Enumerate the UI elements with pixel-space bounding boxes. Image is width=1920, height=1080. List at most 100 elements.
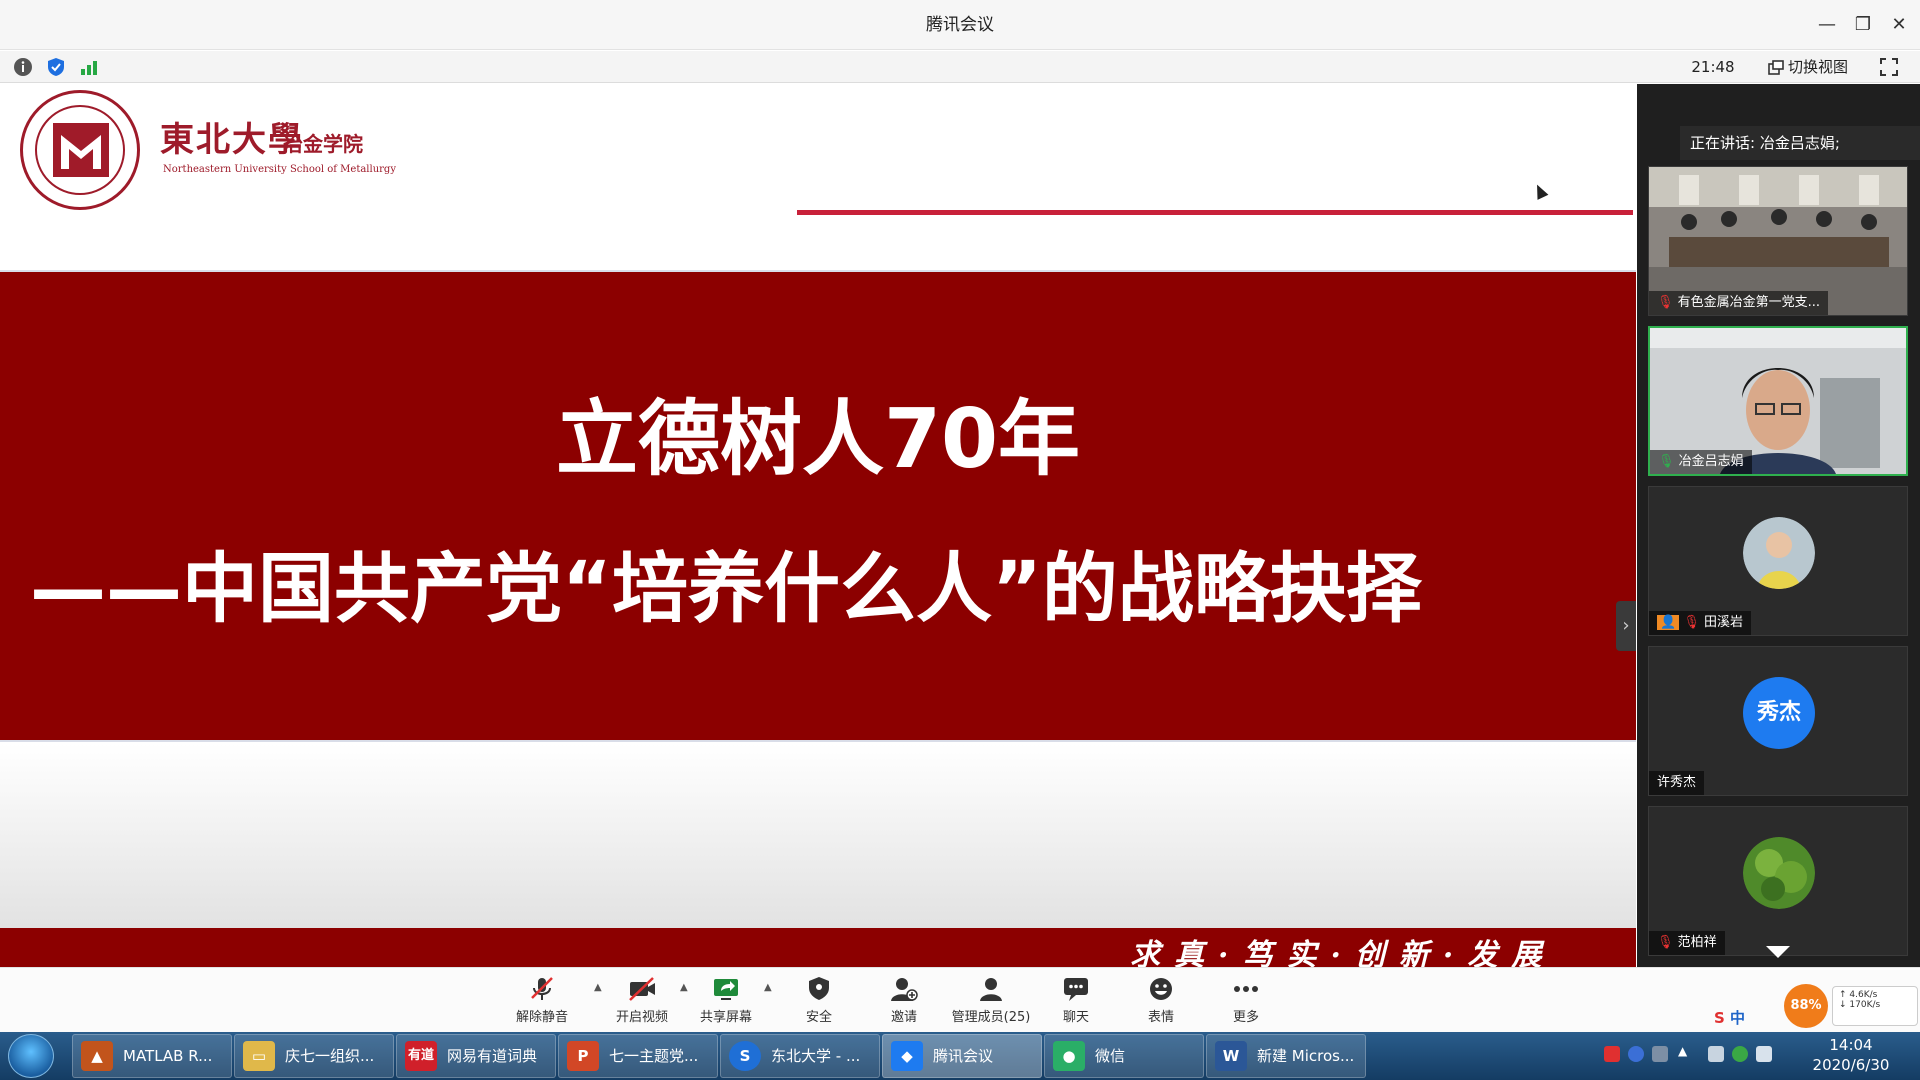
school-name-cn2: 冶金学院 [283,132,363,156]
participant-tile-active[interactable]: 🎙 冶金吕志娟 [1648,326,1908,476]
mic-muted-icon: 🎙 [1657,295,1674,310]
taskbar-item-folder[interactable]: ▭ 庆七一组织... [234,1034,394,1078]
security-shield-icon[interactable] [45,56,67,78]
taskbar-item-youdao[interactable]: 有道 网易有道词典 [396,1034,556,1078]
title-bar: 腾讯会议 — ❐ ✕ [0,0,1920,50]
participant-name: 许秀杰 [1649,771,1705,795]
sogou-icon: S [1714,1009,1725,1027]
mic-muted-icon [531,977,553,1000]
switch-view-button[interactable]: 切换视图 [1788,55,1848,79]
school-name-en: Northeastern University School of Metall… [163,164,396,175]
clock-date: 2020/6/30 [1812,1056,1890,1074]
show-hidden-icons-icon[interactable]: ▲ [1678,1044,1687,1058]
mic-muted-icon: 🎙 [1657,935,1674,950]
taskbar-item-browser[interactable]: S 东北大学 - ... [720,1034,880,1078]
security-button[interactable]: 安全 [779,972,859,1030]
avatar [1743,517,1815,589]
participant-name: 🎙 有色金属冶金第一党支... [1649,291,1829,315]
chat-icon [1064,978,1088,1001]
participant-panel: 正在讲话: 冶金吕志娟; 🎙 有色金属冶金第一党支... 🎙 冶金吕志娟 👤 🎙… [1637,84,1920,967]
video-off-icon [629,977,655,1001]
switch-view-icon[interactable] [1768,60,1784,76]
emoji-button[interactable]: 表情 [1121,972,1201,1030]
volume-tray-icon[interactable] [1756,1046,1772,1062]
taskbar-item-word[interactable]: W 新建 Micros... [1206,1034,1366,1078]
invite-button[interactable]: 邀请 [864,972,944,1030]
text-avatar: 秀杰 [1743,677,1815,749]
matlab-icon: ▲ [81,1041,113,1071]
sogou-ime-tray-icon[interactable] [1604,1046,1620,1062]
window-title: 腾讯会议 [926,15,994,35]
share-screen-icon [714,979,738,1000]
meeting-toolbar: 解除静音 ▲ 开启视频 ▲ 共享屏幕 ▲ 安全 邀请 管理成员(25) 聊天 表… [0,967,1920,1032]
university-logo [20,90,140,210]
header-divider [797,210,1633,215]
meeting-timer: 21:48 [1691,58,1735,76]
taskbar-item-wechat[interactable]: ● 微信 [1044,1034,1204,1078]
download-speed: ↓ 170K/s [1839,1000,1881,1010]
info-icon[interactable] [12,56,34,78]
close-icon[interactable]: ✕ [1884,10,1914,40]
participant-name: 🎙 范柏祥 [1649,931,1725,955]
add-user-icon [891,978,918,1001]
battery-badge: 88% [1784,984,1828,1028]
taskbar-clock[interactable]: 14:04 2020/6/30 [1806,1035,1896,1075]
members-icon [980,978,1002,1001]
start-video-button[interactable]: 开启视频 [602,972,682,1030]
minimize-icon[interactable]: — [1812,10,1842,40]
network-tray-icon[interactable] [1708,1046,1724,1062]
share-options-caret-icon[interactable]: ▲ [764,982,776,994]
host-badge-icon: 👤 [1657,615,1680,630]
sogou-browser-icon: S [729,1041,761,1071]
fullscreen-icon[interactable] [1878,56,1900,78]
settings-tray-icon[interactable] [1652,1046,1668,1062]
folder-icon: ▭ [243,1041,275,1071]
mouse-cursor-icon [1531,182,1549,200]
footer-band: 求真·笃实·创新·发展 [0,928,1636,967]
powerpoint-icon: P [567,1041,599,1071]
restore-icon[interactable]: ❐ [1848,10,1878,40]
chat-button[interactable]: 聊天 [1036,972,1116,1030]
youdao-icon: 有道 [405,1041,437,1071]
slide-motto: 求真·笃实·创新·发展 [1130,938,1556,967]
speaking-indicator: 正在讲话: 冶金吕志娟; [1680,126,1920,160]
participant-tile[interactable]: 👤 🎙 田溪岩 [1648,486,1908,636]
slide-title: 立德树人70年 [555,392,1081,487]
wechat-icon: ● [1053,1041,1085,1071]
word-icon: W [1215,1041,1247,1071]
help-tray-icon[interactable] [1628,1046,1644,1062]
slide-body [0,744,1636,928]
collapse-panel-button[interactable]: › [1616,601,1636,651]
windows-taskbar: ▲ MATLAB R... ▭ 庆七一组织... 有道 网易有道词典 P 七一主… [0,1032,1920,1080]
mic-active-icon: 🎙 [1658,454,1675,469]
participant-tile[interactable]: 秀杰 许秀杰 [1648,646,1908,796]
manage-members-button[interactable]: 管理成员(25) [951,972,1031,1030]
participant-tile[interactable]: 🎙 有色金属冶金第一党支... [1648,166,1908,316]
taskbar-item-tencent-meeting[interactable]: ◆ 腾讯会议 [882,1034,1042,1078]
start-button[interactable] [8,1034,54,1078]
slide-subtitle: ——中国共产党“培养什么人”的战略抉择 [30,544,1422,633]
unmute-button[interactable]: 解除静音 [502,972,582,1030]
smile-icon [1150,978,1172,1000]
network-speed-widget: ↑ 4.6K/s ↓ 170K/s [1832,986,1918,1026]
share-screen-button[interactable]: 共享屏幕 [686,972,766,1030]
taskbar-item-powerpoint[interactable]: P 七一主题党... [558,1034,718,1078]
mic-muted-icon: 🎙 [1683,615,1700,630]
participant-name: 🎙 冶金吕志娟 [1650,450,1752,474]
ime-indicator[interactable]: S 中 [1714,1006,1745,1030]
signal-strength-icon[interactable] [78,56,100,78]
tencent-meeting-icon: ◆ [891,1041,923,1071]
shield-icon [809,977,829,1000]
taskbar-item-matlab[interactable]: ▲ MATLAB R... [72,1034,232,1078]
more-button[interactable]: 更多 [1206,972,1286,1030]
scroll-down-icon[interactable] [1766,946,1790,958]
title-band: 立德树人70年 ——中国共产党“培养什么人”的战略抉择 [0,270,1636,742]
more-dots-icon [1234,986,1258,992]
shared-slide: 東北大學 冶金学院 Northeastern University School… [0,84,1636,967]
upload-speed: ↑ 4.6K/s [1839,990,1878,1000]
system-tray: ▲ 14:04 2020/6/30 [1598,1032,1920,1080]
participant-tile[interactable]: 🎙 范柏祥 [1648,806,1908,956]
avatar [1743,837,1815,909]
app-tray-icon[interactable] [1732,1046,1748,1062]
participant-name: 👤 🎙 田溪岩 [1649,611,1751,635]
